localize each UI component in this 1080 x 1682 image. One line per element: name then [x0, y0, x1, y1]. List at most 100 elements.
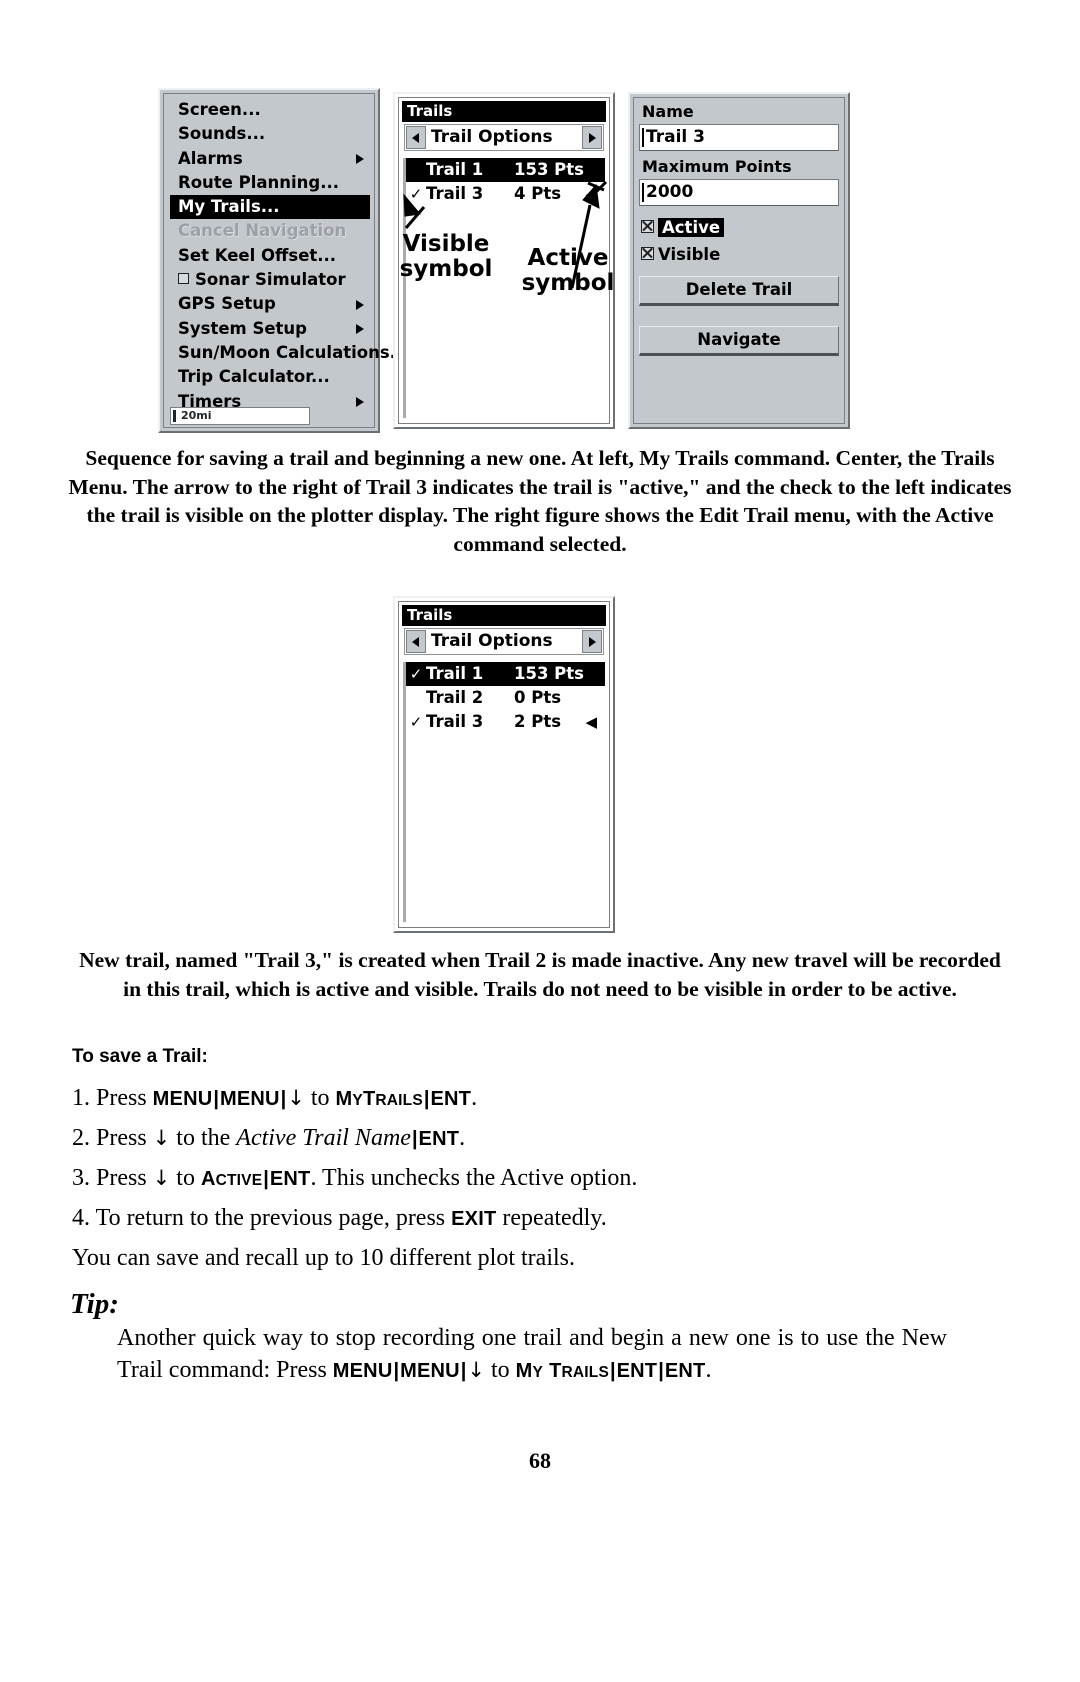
step-3-tail: . This unchecks the Active option. [310, 1165, 638, 1191]
tip-body: Another quick way to stop recording one … [117, 1325, 947, 1383]
trail-points: 153 Pts [514, 160, 584, 179]
menu-item-trip-calculator[interactable]: Trip Calculator... [170, 365, 370, 389]
menu-item-system-setup[interactable]: System Setup [170, 317, 370, 341]
step-1-to: to [310, 1085, 330, 1111]
menu-item-label: My Trails... [178, 197, 280, 217]
visible-check-icon: ✓ [409, 185, 423, 203]
procedure-note: You can save and recall up to 10 differe… [72, 1245, 575, 1271]
main-menu-inner: Screen... Sounds... Alarms Route Planning..… [163, 93, 408, 428]
menu-item-sonar-simulator[interactable]: Sonar Simulator [170, 268, 370, 292]
trail-options-label: Trail Options [431, 631, 553, 651]
trail-list-row[interactable]: ✓ Trail 1 153 Pts [406, 662, 605, 686]
trail-points: 153 Pts [514, 664, 584, 683]
submenu-arrow-icon [356, 299, 364, 310]
trail-list-row[interactable]: ✓ Trail 3 4 Pts ◀ [406, 182, 605, 206]
menu-item-gps-setup[interactable]: GPS Setup [170, 292, 370, 316]
submenu-arrow-icon [356, 323, 364, 334]
max-points-field[interactable]: 2000 [639, 179, 839, 206]
trail-points: 0 Pts [514, 688, 562, 707]
trail-list-row[interactable]: ✓ Trail 3 2 Pts ◀ [406, 710, 605, 734]
trail-list-row[interactable]: Trail 2 0 Pts [406, 686, 605, 710]
delete-trail-button[interactable]: Delete Trail [639, 276, 839, 306]
step-4-number: 4. [72, 1205, 90, 1231]
key-menu-2: MENU [219, 1088, 280, 1110]
key-ent: ENT [430, 1088, 472, 1110]
menu-item-label: Sonar Simulator [195, 270, 346, 290]
submenu-arrow-icon [356, 396, 364, 407]
visible-symbol-annotation: Visible symbol [399, 231, 493, 282]
page-number: 68 [529, 1448, 551, 1473]
navigate-button[interactable]: Navigate [639, 326, 839, 356]
menu-item-label: GPS Setup [178, 294, 276, 314]
checkbox-checked-icon[interactable] [641, 247, 654, 260]
key-active: ACTIVE [200, 1168, 263, 1190]
trail-points: 2 Pts [514, 712, 562, 731]
trail-name: Trail 3 [426, 712, 484, 731]
step-3-press: Press [96, 1165, 147, 1191]
map-scale-label: 20mi [181, 409, 212, 422]
trail-options-selector[interactable]: Trail Options [404, 628, 604, 655]
menu-item-sounds[interactable]: Sounds... [170, 122, 370, 146]
step-1-press: Press [96, 1085, 147, 1111]
trail-options-label: Trail Options [431, 127, 553, 147]
trail-points: 4 Pts [514, 184, 562, 203]
down-arrow-icon: ↓ [287, 1086, 305, 1110]
key-menu-1: MENU [152, 1088, 213, 1110]
visible-check-icon: ✓ [409, 713, 423, 731]
chevron-right-icon[interactable] [582, 630, 602, 653]
menu-item-alarms[interactable]: Alarms [170, 147, 370, 171]
active-trail-icon: ◀ [585, 185, 597, 203]
active-trail-icon: ◀ [585, 713, 597, 731]
step-2-period: . [459, 1125, 466, 1151]
down-arrow-icon: ↓ [152, 1166, 171, 1190]
menu-item-screen[interactable]: Screen... [170, 98, 370, 122]
step-2-number: 2. [72, 1125, 90, 1151]
menu-item-my-trails[interactable]: My Trails... [170, 195, 370, 220]
trail-list-row[interactable]: Trail 1 153 Pts [406, 158, 605, 182]
main-menu-list[interactable]: Screen... Sounds... Alarms Route Planning..… [170, 98, 408, 411]
key-menu-1: MENU [332, 1360, 393, 1382]
trail-options-selector[interactable]: Trail Options [404, 124, 604, 151]
menu-item-label: Sun/Moon Calculations... [178, 342, 409, 362]
max-points-label: Maximum Points [639, 156, 839, 178]
step-3-to: to [176, 1165, 195, 1191]
active-checkbox-row[interactable]: Active [641, 216, 725, 240]
visible-checkbox-row[interactable]: Visible [641, 243, 720, 267]
submenu-arrow-icon [356, 153, 364, 164]
procedure-heading: To save a Trail: [72, 1046, 208, 1067]
trails-panel-bottom-inner: Trails Trail Options ✓ Trail 1 153 Pts Trai… [398, 601, 610, 928]
key-ent-2: ENT [664, 1360, 706, 1382]
menu-item-label: Screen... [178, 100, 261, 119]
figure-2-caption: New trail, named "Trail 3," is created w… [79, 948, 1001, 1001]
trail-name: Trail 3 [426, 184, 484, 203]
menu-item-route-planning[interactable]: Route Planning... [170, 171, 370, 195]
trail-name: Trail 2 [426, 688, 484, 707]
procedure-step-3: 3. Press ↓ to ACTIVE|ENT. This unchecks … [72, 1165, 638, 1191]
trails-panel-title: Trails [402, 101, 606, 122]
menu-item-label: Sounds... [178, 124, 266, 144]
key-ent: ENT [418, 1128, 460, 1150]
checkbox-unchecked-icon[interactable] [178, 273, 189, 285]
menu-item-label: Set Keel Offset... [178, 245, 337, 265]
key-ent: ENT [269, 1168, 311, 1190]
step-1-period: . [471, 1085, 478, 1111]
trails-list-bottom[interactable]: ✓ Trail 1 153 Pts Trail 2 0 Pts ✓ Trail 3 2 Pts… [403, 662, 605, 922]
key-my: MY [515, 1360, 544, 1382]
active-symbol-annotation: Active symbol [521, 245, 615, 296]
menu-item-label: System Setup [178, 318, 307, 338]
chevron-left-icon[interactable] [406, 630, 426, 653]
step-4-text-b: repeatedly. [502, 1205, 607, 1231]
menu-item-set-keel-offset[interactable]: Set Keel Offset... [170, 244, 370, 268]
tip-to: to [490, 1357, 510, 1383]
trail-name-field[interactable]: Trail 3 [639, 124, 839, 151]
edit-trail-panel: Name Trail 3 Maximum Points 2000 Active … [628, 92, 850, 429]
step-2-press: Press [96, 1125, 147, 1151]
chevron-right-icon[interactable] [582, 126, 602, 149]
active-label: Active [658, 218, 725, 237]
chevron-left-icon[interactable] [406, 126, 426, 149]
menu-item-sun-moon-calculations[interactable]: Sun/Moon Calculations... [170, 341, 408, 365]
figure-1-caption: Sequence for saving a trail and beginnin… [68, 446, 1012, 556]
checkbox-checked-icon[interactable] [641, 220, 654, 233]
menu-item-label: Cancel Navigation [178, 221, 347, 241]
visible-label: Visible [658, 245, 721, 264]
